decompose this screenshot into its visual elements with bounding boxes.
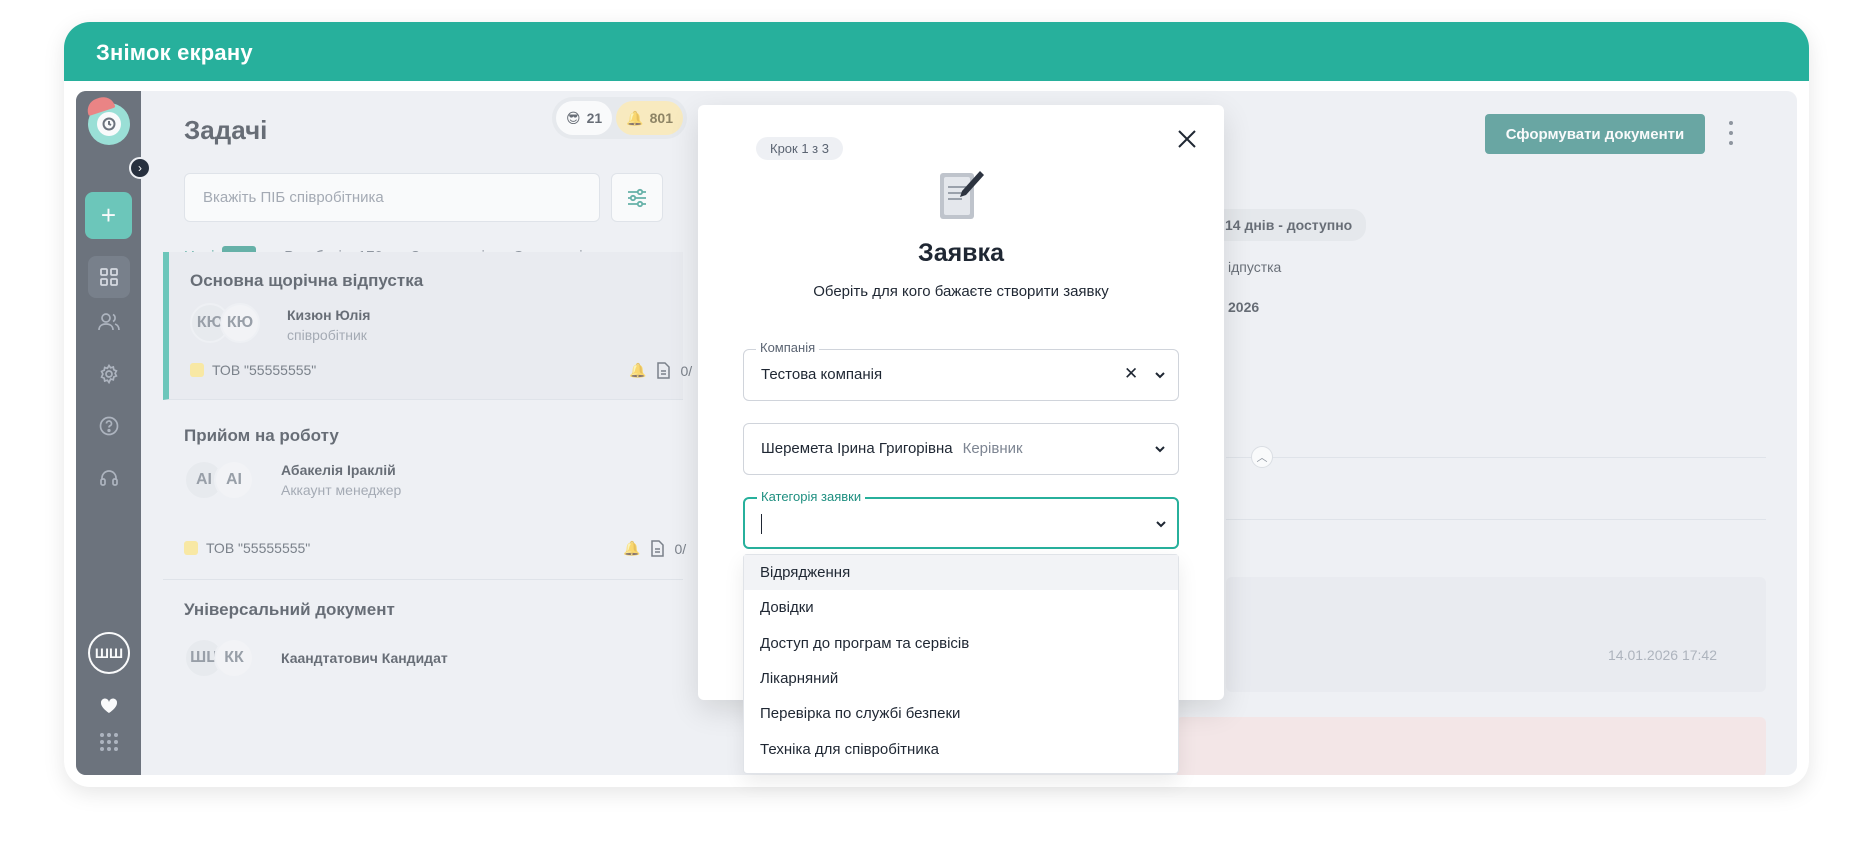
person-select[interactable]: Шеремета Ірина Григорівна Керівник (743, 423, 1179, 475)
option-business-trip[interactable]: Відрядження (744, 555, 1178, 591)
company-select[interactable]: Компанія Тестова компанія ✕ (743, 340, 1179, 401)
chevron-down-icon[interactable] (1153, 516, 1169, 532)
person-name: Шеремета Ірина Григорівна (761, 440, 953, 457)
field-value: Тестова компанія (761, 366, 883, 383)
category-select[interactable]: Категорія заявки (743, 489, 1179, 549)
card-header-title: Знімок екрану (64, 22, 1809, 81)
sidebar-expand-button[interactable]: › (129, 157, 151, 179)
chevron-down-icon[interactable] (1152, 367, 1168, 383)
document-pen-icon (940, 171, 984, 219)
category-options-list: Відрядження Довідки Доступ до програм та… (743, 554, 1179, 774)
modal-subtitle: Оберіть для кого бажаєте створити заявку (813, 283, 1109, 300)
field-value: Шеремета Ірина Григорівна Керівник (761, 440, 1023, 457)
field-label: Категорія заявки (757, 489, 866, 504)
clear-icon[interactable]: ✕ (1124, 364, 1138, 384)
option-certificates[interactable]: Довідки (744, 590, 1178, 625)
text-cursor (761, 514, 762, 534)
close-icon[interactable] (1174, 126, 1200, 152)
option-employee-equipment[interactable]: Техніка для співробітника (744, 731, 1178, 766)
option-software-access[interactable]: Доступ до програм та сервісів (744, 626, 1178, 661)
option-sick-leave[interactable]: Лікарняний (744, 661, 1178, 696)
field-label: Компанія (756, 340, 820, 355)
option-security-check[interactable]: Перевірка по службі безпеки (744, 696, 1178, 731)
step-indicator: Крок 1 з 3 (756, 137, 843, 160)
chevron-down-icon[interactable] (1152, 441, 1168, 457)
person-role-hint: Керівник (962, 440, 1023, 457)
modal-title: Заявка (918, 239, 1004, 267)
